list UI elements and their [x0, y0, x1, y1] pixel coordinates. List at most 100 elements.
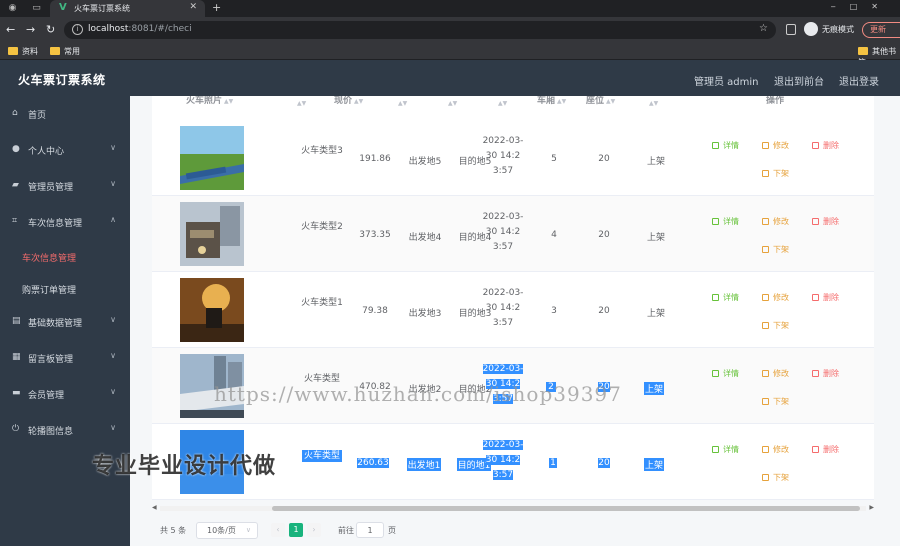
- scroll-right-icon[interactable]: ▶: [869, 504, 874, 511]
- column-header-photo[interactable]: 火车照片 ▲▼: [186, 96, 233, 113]
- detail-button[interactable]: 详情: [712, 292, 739, 303]
- browser-menu-icon[interactable]: ◉: [6, 2, 19, 15]
- detail-button[interactable]: 详情: [712, 140, 739, 151]
- sort-icon[interactable]: ▲▼: [398, 100, 407, 107]
- tab-close-icon[interactable]: ✕: [189, 2, 197, 12]
- sidebar-item-home[interactable]: ⌂ 首页: [0, 96, 130, 132]
- browser-tab-title: 火车票订票系统: [74, 4, 130, 13]
- sidebar-item-messages[interactable]: ▦ 留言板管理 ∨: [0, 340, 130, 376]
- window-controls[interactable]: ‒□✕: [831, 2, 892, 11]
- train-photo[interactable]: [180, 202, 244, 266]
- offshelf-button[interactable]: 下架: [762, 320, 789, 331]
- trash-icon: [812, 370, 819, 377]
- folder-icon: ▰: [12, 180, 19, 190]
- goto-page-input[interactable]: [356, 522, 384, 538]
- train-photo[interactable]: [180, 278, 244, 342]
- chat-icon: ▬: [12, 388, 21, 398]
- tab-search-icon[interactable]: ▭: [30, 2, 43, 15]
- price-cell: 191.86: [359, 154, 391, 164]
- document-icon: [712, 218, 719, 225]
- status-cell: 上架: [646, 309, 665, 319]
- offshelf-button[interactable]: 下架: [762, 168, 789, 179]
- column-header-price[interactable]: 现价 ▲▼: [334, 96, 363, 113]
- delete-button[interactable]: 删除: [812, 444, 839, 455]
- app-title: 火车票订票系统: [18, 73, 106, 87]
- browser-tab[interactable]: V 火车票订票系统 ✕: [50, 0, 205, 17]
- seat-cell: 20: [598, 230, 610, 240]
- list-icon: ▤: [12, 316, 21, 326]
- detail-button[interactable]: 详情: [712, 444, 739, 455]
- reload-icon[interactable]: ↻: [46, 23, 55, 36]
- horizontal-scrollbar[interactable]: ◀ ▶: [152, 504, 874, 512]
- sidebar-subitem-orders[interactable]: 购票订单管理: [0, 272, 130, 304]
- sidebar-item-admin[interactable]: ▰ 管理员管理 ∨: [0, 168, 130, 204]
- chevron-down-icon: ∨: [110, 179, 116, 188]
- offshelf-button[interactable]: 下架: [762, 244, 789, 255]
- forward-icon[interactable]: →: [26, 23, 35, 36]
- status-cell: 上架: [646, 233, 665, 243]
- delete-button[interactable]: 删除: [812, 216, 839, 227]
- detail-button[interactable]: 详情: [712, 216, 739, 227]
- delete-button[interactable]: 删除: [812, 292, 839, 303]
- document-icon: [712, 446, 719, 453]
- sort-icon[interactable]: ▲▼: [448, 100, 457, 107]
- url-bar[interactable]: i localhost:8081/#/checi ☆: [64, 21, 776, 39]
- sort-icon[interactable]: ▲▼: [297, 100, 306, 107]
- prev-page-button[interactable]: ‹: [271, 523, 285, 537]
- chevron-up-icon: ∧: [110, 215, 116, 224]
- back-icon[interactable]: ←: [6, 23, 15, 36]
- sidebar-subitem-train-info[interactable]: 车次信息管理: [0, 240, 130, 272]
- document-icon: [762, 170, 769, 177]
- sidebar-item-members[interactable]: ▬ 会员管理 ∨: [0, 376, 130, 412]
- incognito-icon: [804, 22, 818, 36]
- vue-logo-icon: V: [59, 2, 67, 13]
- sort-icon[interactable]: ▲▼: [498, 100, 507, 107]
- offshelf-button[interactable]: 下架: [762, 472, 789, 483]
- offshelf-button[interactable]: 下架: [762, 396, 789, 407]
- status-cell: 上架: [644, 458, 664, 471]
- document-icon: [712, 294, 719, 301]
- edit-button[interactable]: 修改: [762, 140, 789, 151]
- update-button[interactable]: 更新: [862, 22, 900, 38]
- page-size-select[interactable]: 10条/页 ∨: [196, 522, 258, 539]
- current-user: 管理员 admin: [694, 77, 759, 88]
- edit-button[interactable]: 修改: [762, 368, 789, 379]
- trash-icon: [812, 446, 819, 453]
- page-number-current[interactable]: 1: [289, 523, 303, 537]
- power-icon: ⏻: [12, 424, 20, 434]
- train-photo[interactable]: [180, 126, 244, 190]
- seat-cell: 20: [598, 306, 610, 316]
- app-header: 火车票订票系统 管理员 admin 退出到前台 退出登录: [0, 60, 900, 96]
- date-cell: 2022-03-30 14:23:57: [482, 136, 524, 176]
- scroll-left-icon[interactable]: ◀: [152, 504, 157, 511]
- edit-button[interactable]: 修改: [762, 444, 789, 455]
- address-bar-row: ← → ↻ i localhost:8081/#/checi ☆ 无痕模式 更新: [0, 17, 900, 43]
- edit-button[interactable]: 修改: [762, 216, 789, 227]
- next-page-button[interactable]: ›: [307, 523, 321, 537]
- bookmark-folder[interactable]: 资料: [8, 46, 38, 57]
- sidebar-item-carousel[interactable]: ⏻ 轮播图信息 ∨: [0, 412, 130, 448]
- new-tab-icon[interactable]: +: [212, 1, 221, 14]
- detail-button[interactable]: 详情: [712, 368, 739, 379]
- edit-button[interactable]: 修改: [762, 292, 789, 303]
- sidebar-item-basic-data[interactable]: ▤ 基础数据管理 ∨: [0, 304, 130, 340]
- sort-icon[interactable]: ▲▼: [649, 100, 658, 107]
- browser-tab-strip: ◉ ▭ V 火车票订票系统 ✕ + ‒□✕: [0, 0, 900, 17]
- scroll-thumb[interactable]: [272, 506, 860, 511]
- table-row: 火车类型3 191.86 出发地5 目的地5 2022-03-30 14:23:…: [152, 120, 874, 196]
- departure-cell: 出发地3: [408, 309, 442, 319]
- sidebar-item-profile[interactable]: ● 个人中心 ∨: [0, 132, 130, 168]
- delete-button[interactable]: 删除: [812, 368, 839, 379]
- sidebar-item-trains[interactable]: ⌗ 车次信息管理 ∧: [0, 204, 130, 240]
- carriage-cell: 3: [551, 306, 557, 316]
- column-header-carriage[interactable]: 车厢 ▲▼: [537, 96, 566, 113]
- incognito-label: 无痕模式: [822, 25, 854, 34]
- bookmark-folder[interactable]: 常用: [50, 46, 80, 57]
- bookmark-star-icon[interactable]: ☆: [759, 23, 768, 34]
- logout-link[interactable]: 退出登录: [839, 73, 879, 88]
- delete-button[interactable]: 删除: [812, 140, 839, 151]
- back-to-front-link[interactable]: 退出到前台: [774, 73, 824, 88]
- side-panel-icon[interactable]: [786, 24, 796, 35]
- column-header-seat[interactable]: 座位 ▲▼: [586, 96, 615, 113]
- site-info-icon[interactable]: i: [72, 24, 83, 35]
